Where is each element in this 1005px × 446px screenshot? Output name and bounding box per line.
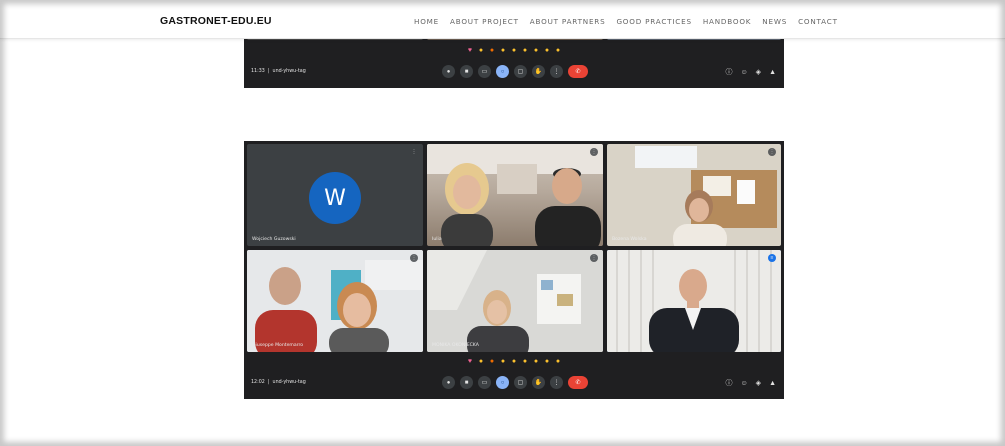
clap-icon[interactable]: ● xyxy=(499,358,507,366)
meeting-screenshot-main: W ⋮ Wojciech Guzowski ⋮ Iulia ⋮ Bozena W… xyxy=(244,141,784,399)
participant-tile: ⋮ Iulia xyxy=(427,144,603,246)
nav-good-practices[interactable]: GOOD PRACTICES xyxy=(616,17,691,26)
mic-muted-icon: ⋮ xyxy=(590,148,598,156)
activities-icon[interactable]: ◈ xyxy=(756,68,761,76)
side-icons: ⓘ ☺ ◈ ▲ xyxy=(726,378,776,388)
camera-icon[interactable]: ■ xyxy=(460,376,473,389)
participant-name: MONIKA OKONIECKA xyxy=(432,343,479,348)
more-options-icon[interactable]: ⋮ xyxy=(550,376,563,389)
present-icon[interactable]: ▢ xyxy=(514,65,527,78)
raise-hand-icon[interactable]: ✋ xyxy=(532,65,545,78)
participant-tile: ⋮ Giuseppe Montemarro xyxy=(247,250,423,352)
thinking-icon[interactable]: ● xyxy=(543,358,551,366)
mic-icon[interactable]: ● xyxy=(442,376,455,389)
video-feed xyxy=(607,250,781,352)
meeting-time: 12:02 xyxy=(251,380,265,385)
mic-muted-icon: ⋮ xyxy=(410,148,418,156)
clap-icon[interactable]: ● xyxy=(499,47,507,55)
nav-about-partners[interactable]: ABOUT PARTNERS xyxy=(530,17,606,26)
mic-muted-icon: ⋮ xyxy=(410,254,418,262)
main-nav: HOME ABOUT PROJECT ABOUT PARTNERS GOOD P… xyxy=(414,17,849,26)
nav-about-project[interactable]: ABOUT PROJECT xyxy=(450,17,519,26)
host-controls-icon[interactable]: ▲ xyxy=(769,380,776,387)
meeting-info: 11:33 | und-yhwu-tag xyxy=(251,69,306,74)
video-feed xyxy=(427,144,603,246)
nav-handbook[interactable]: HANDBOOK xyxy=(703,17,751,26)
heart-icon[interactable]: ♥ xyxy=(466,47,474,55)
meeting-info: 12:02 | und-yhwu-tag xyxy=(251,380,306,385)
people-icon[interactable]: ☺ xyxy=(741,380,748,387)
video-feed xyxy=(247,250,423,352)
heart-icon[interactable]: ♥ xyxy=(466,358,474,366)
captions-icon[interactable]: ▭ xyxy=(478,65,491,78)
surprised-icon[interactable]: ● xyxy=(521,47,529,55)
surprised-icon[interactable]: ● xyxy=(521,358,529,366)
sad-icon[interactable]: ● xyxy=(532,47,540,55)
more-options-icon[interactable]: ⋮ xyxy=(550,65,563,78)
call-controls: ● ■ ▭ ○ ▢ ✋ ⋮ ✆ xyxy=(442,65,588,78)
video-feed xyxy=(427,250,603,352)
meeting-screenshot-top: ♥ ● ● ● ● ● ● ● ● 11:33 | und-yhwu-tag ●… xyxy=(244,36,784,88)
people-icon[interactable]: ☺ xyxy=(741,69,748,76)
end-call-button[interactable]: ✆ xyxy=(568,65,588,78)
participant-tile: ⋮ Bozena Wolska xyxy=(607,144,781,246)
sad-icon[interactable]: ● xyxy=(532,358,540,366)
reaction-bar: ♥ ● ● ● ● ● ● ● ● xyxy=(244,47,784,55)
thumbs-down-icon[interactable]: ● xyxy=(554,358,562,366)
laugh-icon[interactable]: ● xyxy=(510,47,518,55)
participant-name: Giuseppe Montemarro xyxy=(252,343,304,348)
thinking-icon[interactable]: ● xyxy=(543,47,551,55)
speaking-indicator-icon: ≡ xyxy=(768,254,776,262)
video-feed xyxy=(635,146,777,246)
call-controls: ● ■ ▭ ○ ▢ ✋ ⋮ ✆ xyxy=(442,376,588,389)
activities-icon[interactable]: ◈ xyxy=(756,379,761,387)
camera-icon[interactable]: ■ xyxy=(460,65,473,78)
captions-icon[interactable]: ▭ xyxy=(478,376,491,389)
meeting-code: und-yhwu-tag xyxy=(272,69,306,74)
mic-icon[interactable]: ● xyxy=(442,65,455,78)
end-call-button[interactable]: ✆ xyxy=(568,376,588,389)
nav-home[interactable]: HOME xyxy=(414,17,439,26)
participant-tile: W ⋮ Wojciech Guzowski xyxy=(247,144,423,246)
avatar: W xyxy=(309,172,361,224)
thumbs-up-icon[interactable]: ● xyxy=(477,47,485,55)
thumbs-up-icon[interactable]: ● xyxy=(477,358,485,366)
reactions-icon[interactable]: ○ xyxy=(496,65,509,78)
mic-muted-icon: ⋮ xyxy=(768,148,776,156)
meeting-code: und-yhwu-tag xyxy=(272,380,306,385)
participant-tile: ⋮ MONIKA OKONIECKA xyxy=(427,250,603,352)
laugh-icon[interactable]: ● xyxy=(510,358,518,366)
party-icon[interactable]: ● xyxy=(488,47,496,55)
nav-contact[interactable]: CONTACT xyxy=(798,17,838,26)
participant-name: Wojciech Guzowski xyxy=(252,237,296,242)
nav-news[interactable]: NEWS xyxy=(762,17,787,26)
info-icon[interactable]: ⓘ xyxy=(726,67,733,77)
meeting-toolbar: 11:33 | und-yhwu-tag ● ■ ▭ ○ ▢ ✋ ⋮ ✆ ⓘ ☺… xyxy=(244,65,784,81)
thumbs-down-icon[interactable]: ● xyxy=(554,47,562,55)
reaction-bar: ♥ ● ● ● ● ● ● ● ● xyxy=(244,358,784,366)
reactions-icon[interactable]: ○ xyxy=(496,376,509,389)
participant-name: Bozena Wolska xyxy=(612,237,647,242)
side-icons: ⓘ ☺ ◈ ▲ xyxy=(726,67,776,77)
info-icon[interactable]: ⓘ xyxy=(726,378,733,388)
raise-hand-icon[interactable]: ✋ xyxy=(532,376,545,389)
site-logo[interactable]: GASTRONET-EDU.EU xyxy=(160,15,272,27)
participant-name: Iulia xyxy=(432,237,442,242)
host-controls-icon[interactable]: ▲ xyxy=(769,69,776,76)
mic-muted-icon: ⋮ xyxy=(590,254,598,262)
meeting-toolbar: 12:02 | und-yhwu-tag ● ■ ▭ ○ ▢ ✋ ⋮ ✆ ⓘ ☺… xyxy=(244,376,784,392)
site-header: GASTRONET-EDU.EU HOME ABOUT PROJECT ABOU… xyxy=(0,0,1005,39)
present-icon[interactable]: ▢ xyxy=(514,376,527,389)
party-icon[interactable]: ● xyxy=(488,358,496,366)
meeting-time: 11:33 xyxy=(251,69,265,74)
participant-tile-speaking: ≡ xyxy=(607,250,781,352)
